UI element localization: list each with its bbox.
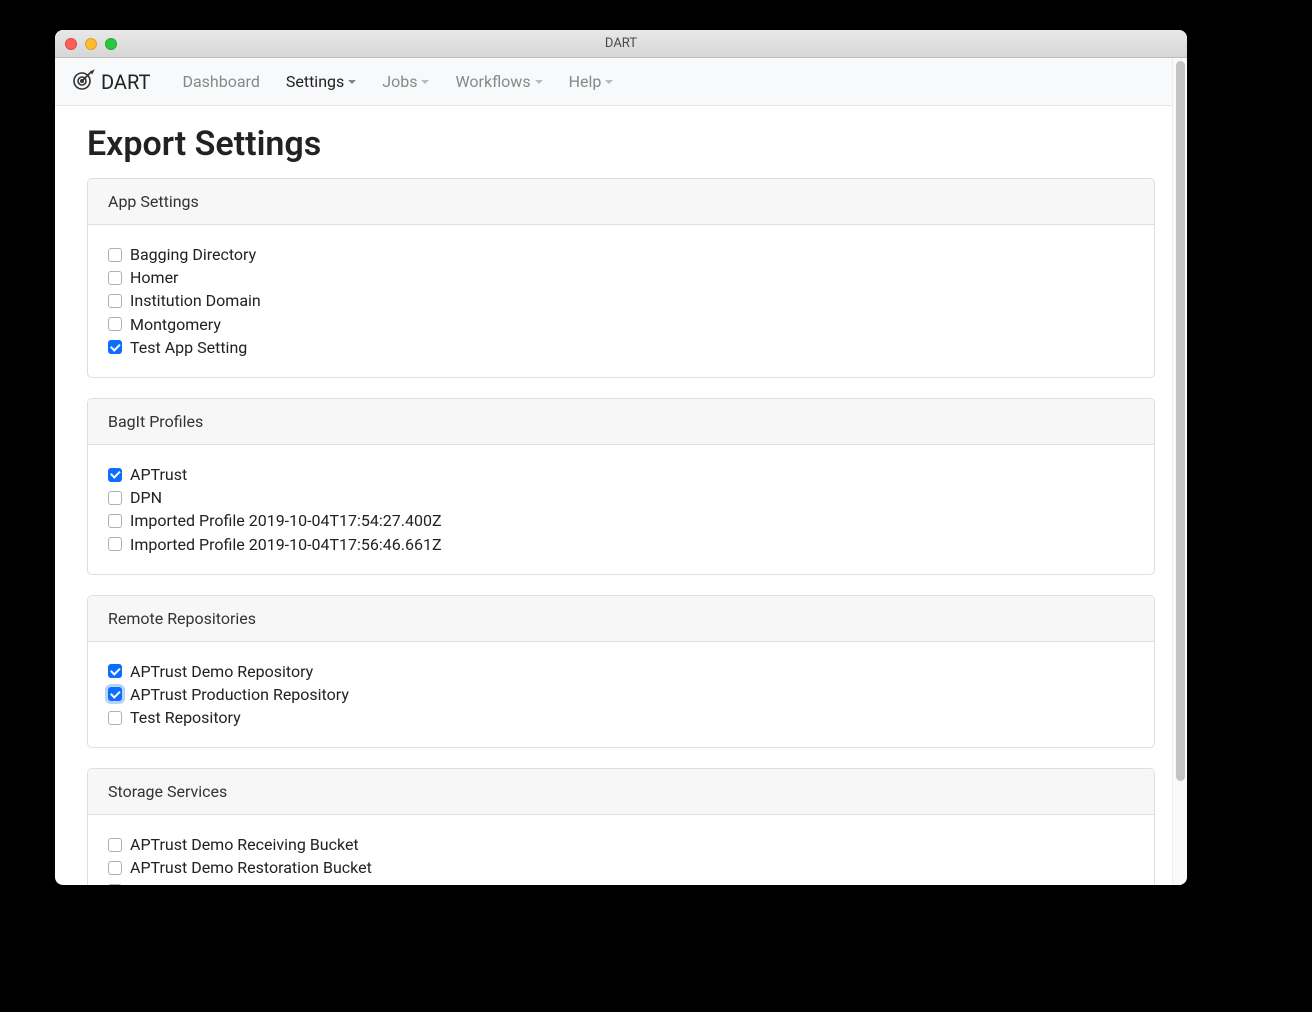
- nav-settings[interactable]: Settings: [276, 66, 366, 97]
- list-item: APTrust Demo Receiving Bucket: [108, 833, 1134, 856]
- checkbox-label[interactable]: Imported Profile 2019-10-04T17:54:27.400…: [130, 509, 442, 532]
- nav-help-label: Help: [569, 72, 602, 91]
- list-item: DPN: [108, 486, 1134, 509]
- checkbox-label[interactable]: APTrust Demo Repository: [130, 660, 313, 683]
- card-body-bagit-profiles: APTrustDPNImported Profile 2019-10-04T17…: [88, 445, 1154, 574]
- checkbox-label[interactable]: APTrust Demo Restoration Bucket: [130, 856, 372, 879]
- list-item: APTrust Demo Repository: [108, 660, 1134, 683]
- checkbox-label[interactable]: APTrust Production Repository: [130, 683, 349, 706]
- checkbox-label[interactable]: Bagging Directory: [130, 243, 256, 266]
- list-item: Test App Setting: [108, 336, 1134, 359]
- chevron-down-icon: [605, 80, 613, 84]
- checkbox-label[interactable]: Imported Profile 2019-10-04T17:56:46.661…: [130, 533, 442, 556]
- card-body-remote-repositories: APTrust Demo RepositoryAPTrust Productio…: [88, 642, 1154, 748]
- checkbox[interactable]: [108, 838, 122, 852]
- app-body: DART Dashboard Settings Jobs Workflows H…: [55, 58, 1187, 885]
- app-window: DART DART Dashboard Set: [55, 30, 1187, 885]
- scrollbar[interactable]: [1172, 58, 1187, 885]
- nav-jobs[interactable]: Jobs: [372, 66, 439, 97]
- close-button[interactable]: [65, 38, 77, 50]
- checkbox[interactable]: [108, 248, 122, 262]
- checkbox-label[interactable]: Homer: [130, 266, 178, 289]
- checkbox[interactable]: [108, 271, 122, 285]
- checkbox[interactable]: [108, 491, 122, 505]
- list-item: Imported Profile 2019-10-04T17:54:27.400…: [108, 509, 1134, 532]
- content: Export Settings App Settings Bagging Dir…: [55, 106, 1187, 885]
- navbar: DART Dashboard Settings Jobs Workflows H…: [55, 58, 1187, 106]
- card-header-bagit-profiles: BagIt Profiles: [88, 399, 1154, 445]
- list-item: Institution Domain: [108, 289, 1134, 312]
- list-item: Bagging Directory: [108, 243, 1134, 266]
- traffic-lights: [65, 38, 117, 50]
- scroll-thumb[interactable]: [1176, 61, 1185, 781]
- checkbox-label[interactable]: Institution Domain: [130, 289, 261, 312]
- nav-settings-label: Settings: [286, 72, 344, 91]
- card-header-remote-repositories: Remote Repositories: [88, 596, 1154, 642]
- card-header-app-settings: App Settings: [88, 179, 1154, 225]
- titlebar: DART: [55, 30, 1187, 58]
- minimize-button[interactable]: [85, 38, 97, 50]
- brand[interactable]: DART: [71, 68, 150, 96]
- card-body-storage-services: APTrust Demo Receiving BucketAPTrust Dem…: [88, 815, 1154, 885]
- nav-dashboard[interactable]: Dashboard: [172, 66, 269, 97]
- nav-workflows-label: Workflows: [455, 72, 530, 91]
- checkbox[interactable]: [108, 664, 122, 678]
- chevron-down-icon: [421, 80, 429, 84]
- checkbox[interactable]: [108, 514, 122, 528]
- nav-workflows[interactable]: Workflows: [445, 66, 552, 97]
- checkbox-label[interactable]: Test App Setting: [130, 336, 247, 359]
- nav-dashboard-label: Dashboard: [182, 72, 259, 91]
- checkbox-label[interactable]: DPN: [130, 486, 162, 509]
- list-item: APTrust: [108, 463, 1134, 486]
- checkbox[interactable]: [108, 687, 122, 701]
- card-header-storage-services: Storage Services: [88, 769, 1154, 815]
- chevron-down-icon: [348, 80, 356, 84]
- checkbox[interactable]: [108, 468, 122, 482]
- page-title: Export Settings: [87, 124, 1155, 164]
- checkbox[interactable]: [108, 317, 122, 331]
- card-remote-repositories: Remote Repositories APTrust Demo Reposit…: [87, 595, 1155, 749]
- checkbox[interactable]: [108, 340, 122, 354]
- card-app-settings: App Settings Bagging DirectoryHomerInsti…: [87, 178, 1155, 378]
- list-item: Montgomery: [108, 313, 1134, 336]
- card-bagit-profiles: BagIt Profiles APTrustDPNImported Profil…: [87, 398, 1155, 575]
- list-item: APTrust Demo Restoration Bucket: [108, 856, 1134, 879]
- list-item: Homer: [108, 266, 1134, 289]
- list-item: Imported Profile 2019-10-04T17:56:46.661…: [108, 533, 1134, 556]
- checkbox-label[interactable]: APTrust: [130, 463, 187, 486]
- card-storage-services: Storage Services APTrust Demo Receiving …: [87, 768, 1155, 885]
- list-item: APTrust Production Receiving Bucket: [108, 880, 1134, 885]
- checkbox[interactable]: [108, 884, 122, 885]
- chevron-down-icon: [535, 80, 543, 84]
- list-item: Test Repository: [108, 706, 1134, 729]
- nav-help[interactable]: Help: [559, 66, 624, 97]
- brand-text: DART: [101, 70, 150, 94]
- card-body-app-settings: Bagging DirectoryHomerInstitution Domain…: [88, 225, 1154, 377]
- checkbox[interactable]: [108, 294, 122, 308]
- checkbox-label[interactable]: APTrust Production Receiving Bucket: [130, 880, 394, 885]
- checkbox[interactable]: [108, 537, 122, 551]
- checkbox-label[interactable]: Test Repository: [130, 706, 241, 729]
- maximize-button[interactable]: [105, 38, 117, 50]
- checkbox[interactable]: [108, 711, 122, 725]
- dart-logo-icon: [71, 68, 95, 96]
- list-item: APTrust Production Repository: [108, 683, 1134, 706]
- checkbox-label[interactable]: Montgomery: [130, 313, 221, 336]
- window-title: DART: [55, 36, 1187, 51]
- checkbox-label[interactable]: APTrust Demo Receiving Bucket: [130, 833, 359, 856]
- checkbox[interactable]: [108, 861, 122, 875]
- nav-jobs-label: Jobs: [382, 72, 417, 91]
